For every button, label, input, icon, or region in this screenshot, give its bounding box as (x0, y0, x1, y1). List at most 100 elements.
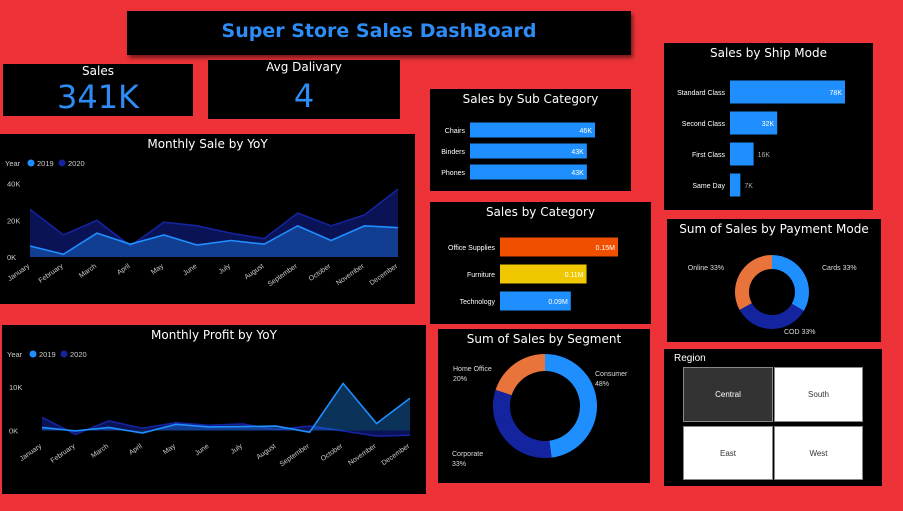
category-category-label: Furniture (467, 272, 495, 279)
region-button-central[interactable]: Central (683, 367, 773, 422)
segment-slice-pct: 33% (452, 461, 466, 468)
category-category-label: Office Supplies (448, 245, 495, 252)
sub-category-chart: Chairs 46K Binders 43K Phones 43K (441, 122, 595, 180)
segment-slice-pct: 48% (595, 381, 609, 388)
segment-slice-pct: 20% (453, 376, 467, 383)
payment-mode-chart: Cards 33% COD 33% Online 33% (688, 255, 857, 336)
sub-category-category-label: Binders (441, 149, 465, 156)
profit-yoy-chart: Year 2019 2020 0K 10K January February March Apr… (7, 350, 412, 469)
sub-category-category-label: Chairs (445, 128, 466, 135)
segment-slice-label: Home Office (453, 366, 492, 373)
ship-mode-category-label: First Class (692, 152, 726, 159)
sub-category-data-label: 46K (580, 128, 593, 135)
delivery-kpi-value: 4 (293, 77, 315, 115)
segment-panel: Sum of Sales by Segment Consumer 48% Corpo… (438, 329, 650, 483)
payment-mode-slice-label: Online 33% (688, 265, 724, 272)
profit-yoy-x-label: November (347, 443, 378, 468)
payment-mode-slice-label: Cards 33% (822, 265, 857, 272)
sub-category-category-label: Phones (441, 170, 465, 177)
profit-yoy-y-tick: 10K (9, 383, 22, 392)
delivery-kpi-card: Avg Dalivary 4 (208, 60, 400, 119)
category-category-label: Technology (460, 299, 496, 306)
ship-mode-bar (730, 173, 741, 197)
sub-category-bar (470, 143, 587, 159)
ship-mode-chart: Standard Class 78K Second Class 32K First Cl… (677, 80, 845, 197)
ship-mode-data-label: 32K (762, 121, 775, 128)
sales-yoy-x-label: October (308, 263, 333, 283)
segment-slice (545, 354, 597, 458)
profit-yoy-legend-marker-2019 (29, 350, 37, 358)
segment-slice-label: Consumer (595, 371, 628, 378)
ship-mode-panel: Sales by Ship Mode Standard Class 78K Seco… (664, 43, 873, 210)
sales-yoy-chart: Year 2019 2020 0K 20K 40K January February March… (5, 159, 400, 289)
ship-mode-category-label: Second Class (682, 121, 726, 128)
sales-yoy-x-label: November (335, 263, 366, 288)
sales-yoy-y-tick: 20K (7, 216, 20, 225)
profit-yoy-x-label: October (320, 443, 345, 463)
sales-yoy-legend-marker-2019 (27, 159, 35, 167)
sales-yoy-legend-marker-2020 (58, 159, 66, 167)
sales-yoy-y-tick: 0K (7, 253, 16, 262)
profit-yoy-x-label: January (19, 443, 44, 463)
profit-yoy-x-label: December (381, 443, 412, 468)
dashboard-title-box: Super Store Sales DashBoard (127, 11, 631, 55)
segment-slice (495, 354, 545, 396)
sub-category-bar (470, 164, 587, 180)
payment-mode-slice (735, 255, 772, 310)
payment-mode-panel: Sum of Sales by Payment Mode Cards 33% CO… (667, 219, 881, 342)
region-button-west[interactable]: West (774, 426, 863, 480)
sub-category-data-label: 43K (571, 149, 584, 156)
profit-yoy-y-tick: 0K (9, 426, 18, 435)
ship-mode-bar (730, 80, 845, 104)
sales-yoy-x-label: July (218, 263, 233, 276)
payment-mode-slice (739, 303, 804, 329)
sales-kpi-card: Sales 341K (3, 64, 193, 116)
region-slicer-panel: Region Central South East West (664, 349, 882, 486)
payment-mode-slice (772, 255, 809, 311)
category-data-label: 0.09M (548, 299, 568, 306)
profit-yoy-legend-marker-2020 (60, 350, 68, 358)
category-panel: Sales by Category Office Supplies 0.15M Fu… (430, 202, 651, 324)
sales-yoy-x-label: December (369, 263, 400, 288)
profit-yoy-x-label: February (50, 443, 77, 465)
ship-mode-data-label: 7K (744, 183, 753, 190)
ship-mode-data-label: 78K (830, 90, 843, 97)
profit-yoy-legend-label-2020: 2020 (70, 350, 87, 359)
sales-yoy-y-tick: 40K (7, 180, 20, 189)
profit-yoy-legend-title: Year (7, 350, 23, 359)
profit-yoy-x-label: August (255, 443, 277, 461)
sales-yoy-legend-title: Year (5, 159, 21, 168)
sales-kpi-value: 341K (56, 78, 140, 116)
sales-kpi-label: Sales (82, 64, 114, 78)
category-chart: Office Supplies 0.15M Furniture 0.11M Techno… (448, 237, 618, 311)
sales-yoy-legend-label-2020: 2020 (68, 159, 85, 168)
ship-mode-category-label: Same Day (692, 183, 725, 190)
sales-yoy-x-label: April (116, 263, 132, 277)
ship-mode-data-label: 16K (758, 152, 771, 159)
sales-yoy-x-label: August (243, 263, 265, 281)
payment-mode-slice-label: COD 33% (784, 329, 816, 336)
profit-yoy-x-label: June (194, 443, 211, 458)
region-slicer-title: Region (674, 353, 706, 364)
profit-yoy-x-label: July (230, 443, 245, 456)
region-button-south[interactable]: South (774, 367, 863, 422)
sales-yoy-x-label: September (267, 263, 300, 289)
profit-yoy-x-label: March (90, 443, 110, 460)
sales-yoy-legend-label-2019: 2019 (37, 159, 54, 168)
profit-yoy-x-label: May (162, 443, 177, 457)
profit-yoy-legend-label-2019: 2019 (39, 350, 56, 359)
sales-yoy-x-label: May (150, 263, 165, 277)
sub-category-panel: Sales by Sub Category Chairs 46K Binders 43… (430, 89, 631, 191)
region-button-east[interactable]: East (683, 426, 773, 480)
sales-yoy-panel: Monthly Sale by YoY Year 2019 2020 0K 20K 40K… (0, 134, 415, 304)
sales-yoy-x-label: February (38, 263, 65, 285)
sales-yoy-x-label: June (182, 263, 199, 278)
category-data-label: 0.11M (565, 272, 584, 279)
profit-yoy-x-label: April (128, 443, 144, 457)
segment-slice-label: Corporate (452, 451, 483, 458)
delivery-kpi-label: Avg Dalivary (266, 60, 342, 74)
profit-yoy-panel: Monthly Profit by YoY Year 2019 2020 0K 10K J… (2, 325, 426, 494)
segment-slice (493, 389, 552, 458)
sales-yoy-x-label: January (7, 263, 32, 283)
profit-yoy-x-label: September (279, 443, 312, 469)
